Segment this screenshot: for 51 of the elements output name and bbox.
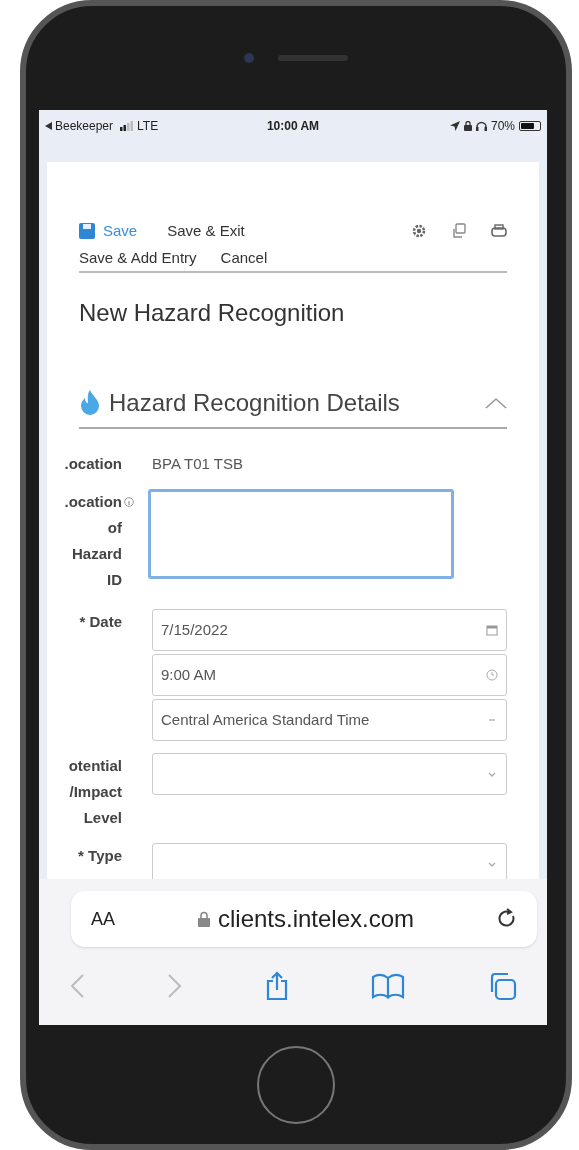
lock-icon [197, 911, 210, 927]
chevron-up-icon[interactable] [485, 397, 507, 409]
url-text: clients.intelex.com [217, 904, 415, 934]
home-button[interactable] [257, 1045, 335, 1124]
field-label: * Type [78, 846, 122, 866]
page-title: New Hazard Recognition [79, 298, 346, 328]
back-icon[interactable] [69, 973, 85, 999]
text-area-field[interactable] [148, 489, 454, 579]
field-label: of [107, 518, 122, 538]
toolbar-link[interactable]: Save & Add Entry [79, 246, 197, 269]
calendar-icon [486, 624, 498, 636]
copy-icon[interactable] [451, 223, 467, 240]
headphones-icon [475, 121, 487, 131]
flame-icon [79, 390, 101, 416]
location-arrow-icon [449, 121, 460, 131]
back-app-link[interactable]: Beekeeper [55, 117, 114, 135]
reload-icon[interactable] [497, 908, 517, 930]
network-label: LTE [137, 118, 159, 135]
book-icon[interactable] [371, 973, 405, 999]
field-label: Hazard [71, 544, 122, 564]
toolbar-link[interactable]: Cancel [220, 246, 268, 269]
field-value: BPA T01 TSB [152, 454, 244, 474]
address-bar[interactable]: AA clients.intelex.com [71, 891, 537, 947]
toolbar-link[interactable]: Save & Exit [167, 220, 245, 243]
battery-percent: 70% [490, 118, 515, 135]
back-arrow-icon[interactable] [45, 122, 52, 130]
camera-icon [244, 53, 254, 63]
lock-icon [463, 121, 472, 131]
signal-icon [120, 121, 135, 131]
save-button[interactable]: Save [79, 220, 138, 243]
dropdown-field[interactable] [152, 753, 507, 795]
date-field[interactable]: 7/15/2022 [152, 609, 507, 651]
field-label: /Impact [69, 782, 122, 802]
field-label: ID [107, 570, 122, 590]
text-size-button[interactable]: AA [91, 905, 115, 933]
field-label: Level [83, 808, 122, 828]
share-icon[interactable] [265, 971, 289, 1001]
field-label: * Date [79, 612, 122, 632]
print-icon[interactable] [491, 223, 507, 240]
battery-icon [519, 121, 541, 131]
field-label: .ocation [64, 492, 122, 512]
section-title: Hazard Recognition Details [109, 388, 400, 418]
forward-icon[interactable] [167, 973, 183, 999]
field-label: otential [68, 756, 122, 776]
timezone-dropdown[interactable]: Central America Standard Time [152, 699, 507, 741]
clock-icon [486, 669, 498, 681]
clock-time: 10:00 AM [266, 118, 320, 135]
info-icon[interactable] [124, 497, 134, 507]
settings-icon[interactable] [411, 223, 427, 240]
field-label: .ocation [64, 454, 122, 474]
time-field[interactable]: 9:00 AM [152, 654, 507, 696]
